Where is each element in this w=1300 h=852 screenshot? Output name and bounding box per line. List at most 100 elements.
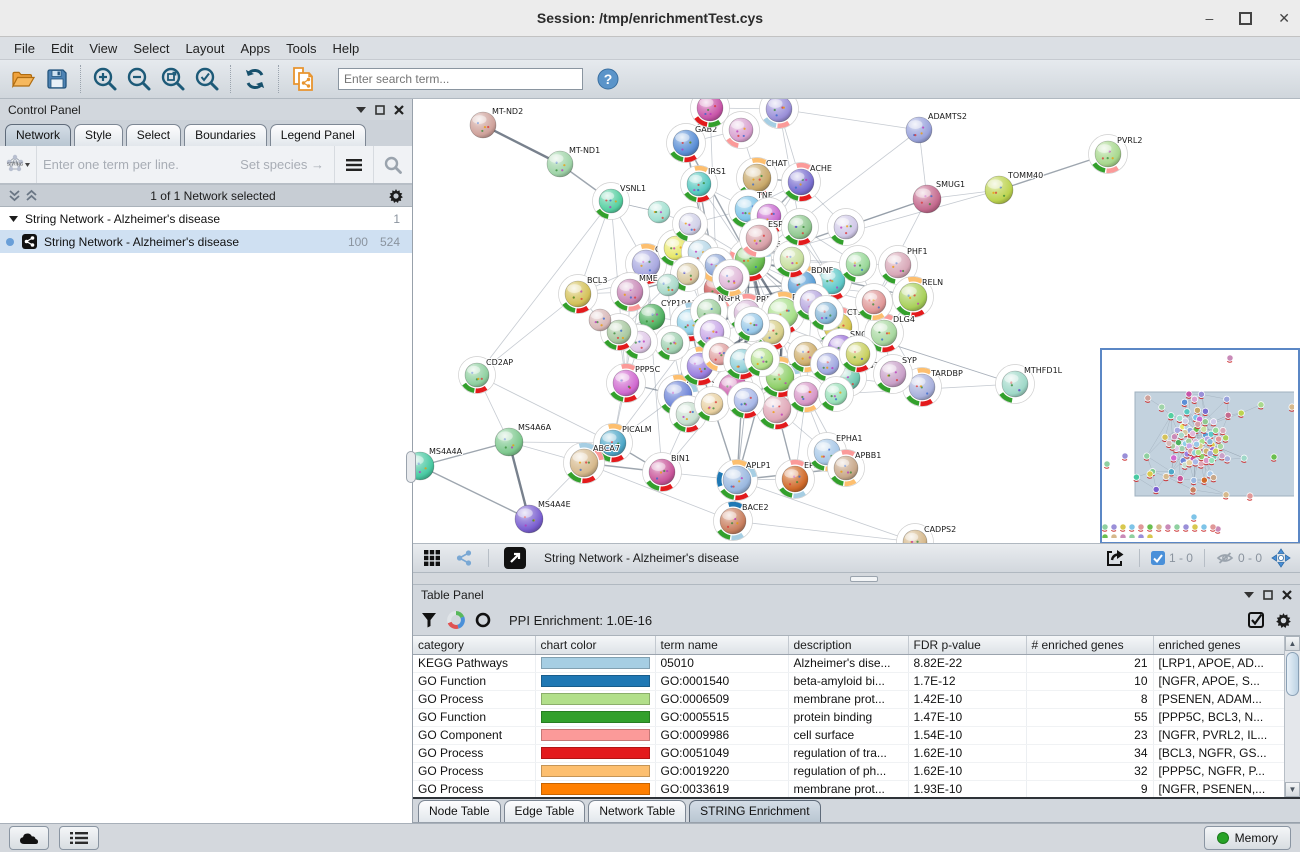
network-collection-row[interactable]: String Network - Alzheimer's disease 1 — [0, 207, 412, 230]
table-tab-node-table[interactable]: Node Table — [418, 800, 501, 822]
tab-boundaries[interactable]: Boundaries — [184, 124, 267, 146]
birdseye-toggle-button[interactable] — [1268, 547, 1294, 569]
cloud-services-button[interactable] — [9, 826, 49, 850]
share-view-button[interactable] — [451, 547, 477, 569]
table-tab-network-table[interactable]: Network Table — [588, 800, 686, 822]
table-row[interactable]: GO ProcessGO:0006509membrane prot...1.42… — [413, 690, 1286, 708]
panel-menu-icon[interactable] — [1244, 591, 1254, 599]
string-search-button[interactable] — [373, 146, 412, 183]
table-row[interactable]: GO FunctionGO:0005515protein binding1.47… — [413, 708, 1286, 726]
network-node-abca7[interactable]: ABCA7 — [564, 443, 620, 484]
zoom-fit-button[interactable] — [156, 63, 190, 95]
menu-item-help[interactable]: Help — [325, 39, 368, 58]
close-panel-icon[interactable] — [1282, 590, 1292, 600]
network-node-ms4a4e[interactable]: MS4A4E — [515, 500, 571, 533]
maximize-button[interactable] — [1239, 12, 1252, 25]
network-node-reln[interactable]: RELN — [893, 277, 944, 318]
menu-item-select[interactable]: Select — [125, 39, 177, 58]
network-node-cadps2[interactable]: CADPS2 — [897, 524, 957, 544]
column-header[interactable]: # enriched genes — [1026, 636, 1153, 655]
tab-network[interactable]: Network — [5, 124, 71, 146]
network-node-bin1[interactable]: BIN1 — [643, 453, 690, 492]
tab-style[interactable]: Style — [74, 124, 123, 146]
close-button[interactable]: ✕ — [1278, 11, 1290, 25]
network-node[interactable] — [723, 112, 760, 149]
memory-button[interactable]: Memory — [1204, 826, 1291, 850]
save-session-button[interactable] — [40, 63, 74, 95]
network-node[interactable] — [589, 309, 611, 331]
export-network-button[interactable] — [1102, 547, 1128, 569]
menu-item-view[interactable]: View — [81, 39, 125, 58]
column-header[interactable]: description — [788, 636, 908, 655]
network-node[interactable] — [673, 207, 708, 242]
scroll-down-button[interactable]: ▼ — [1285, 782, 1300, 797]
float-panel-icon[interactable] — [375, 105, 385, 115]
network-node-mt-nd1[interactable]: MT-ND1 — [547, 146, 600, 177]
network-edge[interactable] — [477, 375, 613, 443]
network-node[interactable] — [856, 284, 893, 321]
tree-expander-icon[interactable] — [9, 215, 18, 223]
table-row[interactable]: GO FunctionGO:0001540beta-amyloid bi...1… — [413, 672, 1286, 690]
network-edge[interactable] — [420, 466, 529, 519]
network-node-ppp5c[interactable]: PPP5C — [607, 364, 661, 403]
menu-item-file[interactable]: File — [6, 39, 43, 58]
network-edge[interactable] — [733, 521, 915, 542]
enrichment-chart-icon[interactable] — [447, 611, 465, 629]
column-header[interactable]: term name — [655, 636, 788, 655]
collapse-all-icon[interactable] — [8, 189, 21, 203]
zoom-out-button[interactable] — [122, 63, 156, 95]
tab-select[interactable]: Select — [126, 124, 181, 146]
table-scrollbar[interactable]: ▲ ▼ — [1284, 636, 1300, 797]
table-row[interactable]: GO ProcessGO:0019220regulation of ph...1… — [413, 762, 1286, 780]
zoom-in-button[interactable] — [88, 63, 122, 95]
column-header[interactable]: category — [413, 636, 535, 655]
select-check-icon[interactable] — [1248, 612, 1265, 629]
network-node-bace2[interactable]: BACE2 — [714, 502, 769, 541]
table-row[interactable]: KEGG Pathways05010Alzheimer's dise...8.8… — [413, 654, 1286, 672]
network-node-vsnl1[interactable]: VSNL1 — [593, 183, 647, 220]
enrichment-table[interactable]: categorychart colorterm namedescriptionF… — [413, 635, 1300, 799]
expand-all-icon[interactable] — [25, 189, 38, 203]
ring-chart-icon[interactable] — [475, 612, 491, 628]
menu-item-layout[interactable]: Layout — [177, 39, 232, 58]
panel-splitter-handle[interactable] — [406, 451, 416, 483]
network-node[interactable] — [695, 387, 730, 422]
splitter-grip[interactable] — [850, 576, 878, 582]
network-node[interactable] — [657, 274, 679, 296]
network-node-bcl3[interactable]: BCL3 — [559, 275, 608, 314]
search-input[interactable] — [338, 68, 583, 90]
network-node-pvrl2[interactable]: PVRL2 — [1089, 135, 1143, 174]
network-node[interactable] — [735, 307, 770, 342]
network-node[interactable] — [713, 260, 750, 297]
network-edge[interactable] — [779, 109, 919, 130]
network-node-tomm40[interactable]: TOMM40 — [985, 171, 1043, 204]
network-node[interactable] — [745, 342, 780, 377]
scroll-up-button[interactable]: ▲ — [1285, 636, 1300, 651]
menu-item-apps[interactable]: Apps — [233, 39, 279, 58]
birdseye-view[interactable] — [1100, 348, 1300, 543]
network-node[interactable] — [655, 326, 690, 361]
network-node-apbb1[interactable]: APBB1 — [828, 450, 882, 487]
close-panel-icon[interactable] — [394, 105, 404, 115]
network-node-cd2ap[interactable]: CD2AP — [459, 357, 514, 394]
menu-item-edit[interactable]: Edit — [43, 39, 81, 58]
task-history-button[interactable] — [59, 826, 99, 850]
column-header[interactable]: chart color — [535, 636, 655, 655]
horizontal-splitter[interactable] — [413, 572, 1300, 585]
column-header[interactable]: enriched genes — [1153, 636, 1286, 655]
column-header[interactable]: FDR p-value — [908, 636, 1026, 655]
grid-view-button[interactable] — [419, 547, 445, 569]
network-node-ms4a6a[interactable]: MS4A6A — [495, 423, 552, 456]
network-node[interactable] — [648, 201, 670, 223]
network-node-mthfd1l[interactable]: MTHFD1L — [996, 365, 1063, 404]
table-tab-string-enrichment[interactable]: STRING Enrichment — [689, 800, 820, 822]
network-node-mt-nd2[interactable]: MT-ND2 — [470, 107, 523, 138]
network-node[interactable] — [809, 296, 844, 331]
annotation-mode-button[interactable] — [500, 547, 530, 569]
network-node-adamts2[interactable]: ADAMTS2 — [906, 112, 967, 143]
string-query-input[interactable] — [37, 146, 240, 183]
network-node[interactable] — [760, 99, 799, 129]
tab-legend-panel[interactable]: Legend Panel — [270, 124, 366, 146]
network-view[interactable]: MT-ND2MT-ND1VSNL1GAB2IRS1CHATACHEADAMTS2… — [413, 99, 1300, 543]
string-options-button[interactable] — [334, 146, 373, 183]
